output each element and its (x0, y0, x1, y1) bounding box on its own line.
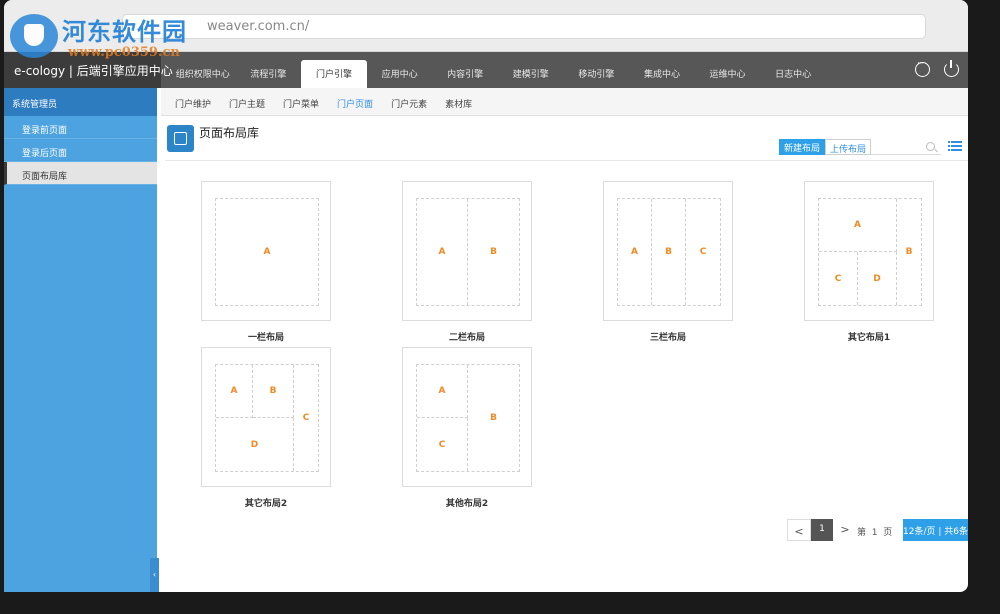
page-size-selector[interactable]: 12条/页 | 共6条 (903, 519, 968, 541)
layout-name: 其它布局2 (244, 499, 288, 509)
layout-name: 其他布局2 (445, 499, 489, 509)
layout-card-other-2b[interactable]: A B C (402, 347, 532, 487)
layout-card-three-columns[interactable]: A B C (603, 181, 733, 321)
layout-card-one-column[interactable]: A (201, 181, 331, 321)
layout-cell: D (216, 418, 294, 471)
layout-name: 三栏布局 (649, 333, 686, 343)
tab-portal-engine[interactable]: 门户引擎 (301, 60, 367, 88)
address-bar[interactable]: weaver.com.cn/ (122, 14, 926, 39)
header-divider (165, 160, 968, 161)
new-layout-button[interactable]: 新建布局 (779, 139, 825, 155)
layout-name: 二栏布局 (448, 333, 485, 343)
list-view-icon[interactable] (948, 141, 962, 153)
prev-page-button[interactable]: < (787, 519, 811, 541)
layout-preview: A B (416, 198, 520, 306)
upload-layout-button[interactable]: 上传布局 (825, 139, 871, 155)
layout-cell: D (858, 252, 897, 305)
layout-cell: B (490, 247, 497, 257)
tab-workflow-engine[interactable]: 流程引擎 (236, 52, 302, 88)
tab-modeling-engine[interactable]: 建模引擎 (498, 52, 564, 88)
layout-preview: A B C D (818, 198, 922, 306)
sidebar-header: 系统管理员 (4, 88, 157, 116)
sidebar-item-pre-login-page[interactable]: 登录前页面 (4, 116, 157, 139)
tab-ops-center[interactable]: 运维中心 (695, 52, 761, 88)
layout-library-icon (167, 125, 194, 152)
watermark-url: www.pc0359.cn (68, 45, 180, 60)
subtab-portal-element[interactable]: 门户元素 (391, 88, 427, 115)
layout-name: 其它布局1 (847, 333, 891, 343)
module-tabs: 组织权限中心 流程引擎 门户引擎 应用中心 内容引擎 建模引擎 移动引擎 集成中… (170, 52, 826, 88)
collapse-sidebar-icon[interactable]: ‹ (150, 558, 159, 592)
sidebar-item-layout-library[interactable]: 页面布局库 (4, 162, 157, 185)
layout-cell: B (652, 199, 686, 305)
layout-cell: C (699, 247, 707, 257)
search-icon[interactable] (926, 142, 935, 151)
layout-cell: B (253, 365, 294, 418)
layout-cell: A (216, 365, 253, 418)
layout-cell: A (819, 199, 897, 252)
watermark: 河东软件园 www.pc0359.cn (6, 8, 206, 62)
subtab-material-library[interactable]: 素材库 (445, 88, 472, 115)
layout-cell: B (905, 247, 913, 257)
sidebar: 系统管理员 登录前页面 登录后页面 页面布局库 ‹ (4, 88, 159, 592)
sidebar-item-post-login-page[interactable]: 登录后页面 (4, 139, 157, 162)
page-suffix: 页 (883, 528, 893, 538)
layout-cell: C (819, 252, 858, 305)
more-icon[interactable] (915, 59, 930, 77)
subtab-portal-page[interactable]: 门户页面 (337, 88, 373, 115)
layout-cell: B (490, 413, 497, 423)
watermark-title: 河东软件园 (62, 17, 187, 46)
layout-card-other-1[interactable]: A B C D (804, 181, 934, 321)
layout-preview: A (215, 198, 319, 306)
layout-preview: A B C (617, 198, 721, 306)
power-icon[interactable] (944, 60, 959, 77)
layout-cell: A (263, 247, 271, 257)
sub-navigation: 门户维护 门户主题 门户菜单 门户页面 门户元素 素材库 (161, 88, 968, 116)
tab-integration-center[interactable]: 集成中心 (629, 52, 695, 88)
subtab-portal-theme[interactable]: 门户主题 (229, 88, 265, 115)
subtab-portal-menu[interactable]: 门户菜单 (283, 88, 319, 115)
tab-mobile-engine[interactable]: 移动引擎 (564, 52, 630, 88)
page-prefix: 第 (857, 528, 867, 538)
layout-preview: A B C D (215, 364, 319, 472)
layout-cell: A (417, 365, 468, 418)
tab-app-center[interactable]: 应用中心 (367, 52, 433, 88)
layout-name: 一栏布局 (247, 333, 284, 343)
page-title: 页面布局库 (199, 126, 260, 140)
layout-cell: A (417, 199, 468, 305)
layout-cell: A (618, 199, 652, 305)
tab-log-center[interactable]: 日志中心 (760, 52, 826, 88)
layout-card-other-2[interactable]: A B C D (201, 347, 331, 487)
page-number[interactable]: 1 (872, 528, 878, 538)
layout-card-two-columns[interactable]: A B (402, 181, 532, 321)
layout-preview: A B C (416, 364, 520, 472)
watermark-logo-icon (10, 14, 58, 58)
layout-cell: C (302, 413, 310, 423)
current-page-button[interactable]: 1 (811, 519, 833, 541)
subtab-portal-maintain[interactable]: 门户维护 (175, 88, 211, 115)
page-indicator: 第 1 页 (857, 519, 892, 541)
layout-cell: C (417, 418, 468, 471)
next-page-button[interactable]: > (838, 519, 852, 541)
tab-content-engine[interactable]: 内容引擎 (432, 52, 498, 88)
